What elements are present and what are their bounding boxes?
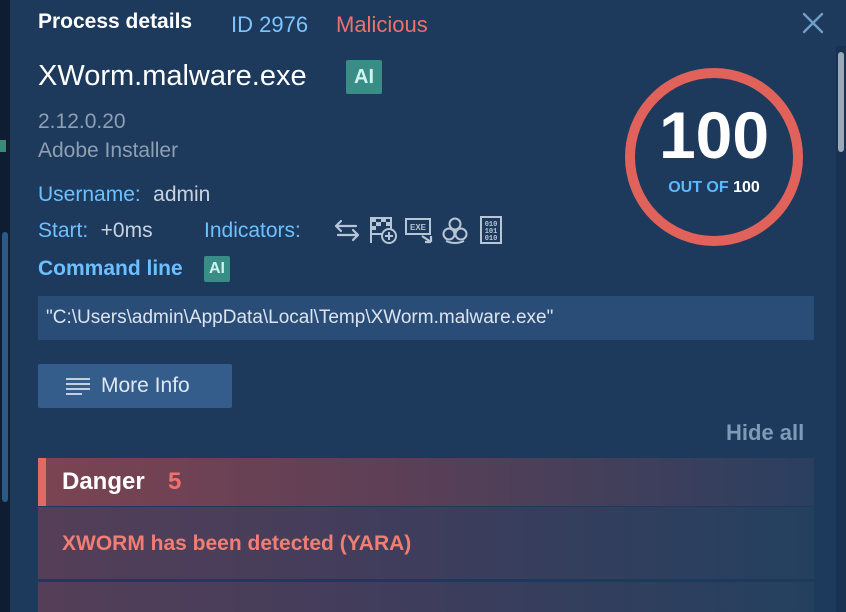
- danger-item[interactable]: XWORM has been detected (YARA): [38, 507, 814, 579]
- svg-text:EXE: EXE: [410, 223, 427, 232]
- score-value: 100: [658, 98, 770, 172]
- process-id: ID 2976: [231, 12, 309, 37]
- command-line-label: Command line: [38, 257, 183, 280]
- danger-item-text: XWORM has been detected (YARA): [62, 532, 412, 555]
- panel-scrollbar[interactable]: [836, 46, 846, 612]
- hide-all-link[interactable]: Hide all: [726, 420, 804, 446]
- out-of-label: OUT OF: [668, 179, 729, 196]
- username-row: Username: admin: [38, 183, 210, 207]
- ai-badge[interactable]: AI: [346, 60, 382, 94]
- svg-text:010: 010: [485, 235, 498, 243]
- start-row: Start: +0ms: [38, 219, 153, 243]
- threat-score: 100 OUT OF 100: [622, 65, 806, 249]
- process-vendor: Adobe Installer: [38, 139, 179, 162]
- close-icon[interactable]: [800, 10, 826, 36]
- indicators-label: Indicators:: [204, 219, 301, 242]
- network-arrows-icon[interactable]: [332, 215, 362, 245]
- process-details-panel: Process details ID 2976 Malicious XWorm.…: [10, 0, 846, 612]
- more-info-button[interactable]: More Info: [38, 364, 232, 408]
- more-info-label: More Info: [101, 374, 190, 397]
- score-out-of: OUT OF 100: [622, 179, 806, 197]
- panel-header: Process details ID 2976 Malicious: [10, 0, 846, 46]
- binary-file-icon[interactable]: 010 101 010: [476, 215, 506, 245]
- command-line-ai-badge[interactable]: AI: [204, 256, 230, 282]
- danger-item[interactable]: [38, 582, 814, 612]
- list-icon: [66, 378, 90, 395]
- biohazard-icon[interactable]: [440, 215, 470, 245]
- verdict-label: Malicious: [336, 12, 428, 37]
- indicator-icons: EXE 010 101 010: [332, 215, 506, 245]
- add-flag-icon[interactable]: [368, 215, 398, 245]
- command-line-value[interactable]: "C:\Users\admin\AppData\Local\Temp\XWorm…: [38, 296, 814, 340]
- process-name: XWorm.malware.exe: [38, 60, 307, 92]
- background-marker: [0, 140, 6, 152]
- indicators-row: Indicators:: [204, 219, 301, 243]
- start-value: +0ms: [100, 219, 153, 242]
- danger-title: Danger: [62, 468, 145, 495]
- username-value: admin: [153, 183, 211, 206]
- danger-section-header[interactable]: Danger 5: [38, 458, 814, 506]
- start-label: Start:: [38, 219, 89, 242]
- out-of-value: 100: [733, 179, 760, 196]
- exe-drop-icon[interactable]: EXE: [404, 215, 434, 245]
- process-version: 2.12.0.20: [38, 110, 126, 133]
- background-scrollbar: [2, 232, 8, 502]
- danger-count: 5: [168, 468, 182, 495]
- panel-title: Process details: [38, 10, 193, 33]
- username-label: Username:: [38, 183, 141, 206]
- scrollbar-thumb[interactable]: [838, 52, 844, 152]
